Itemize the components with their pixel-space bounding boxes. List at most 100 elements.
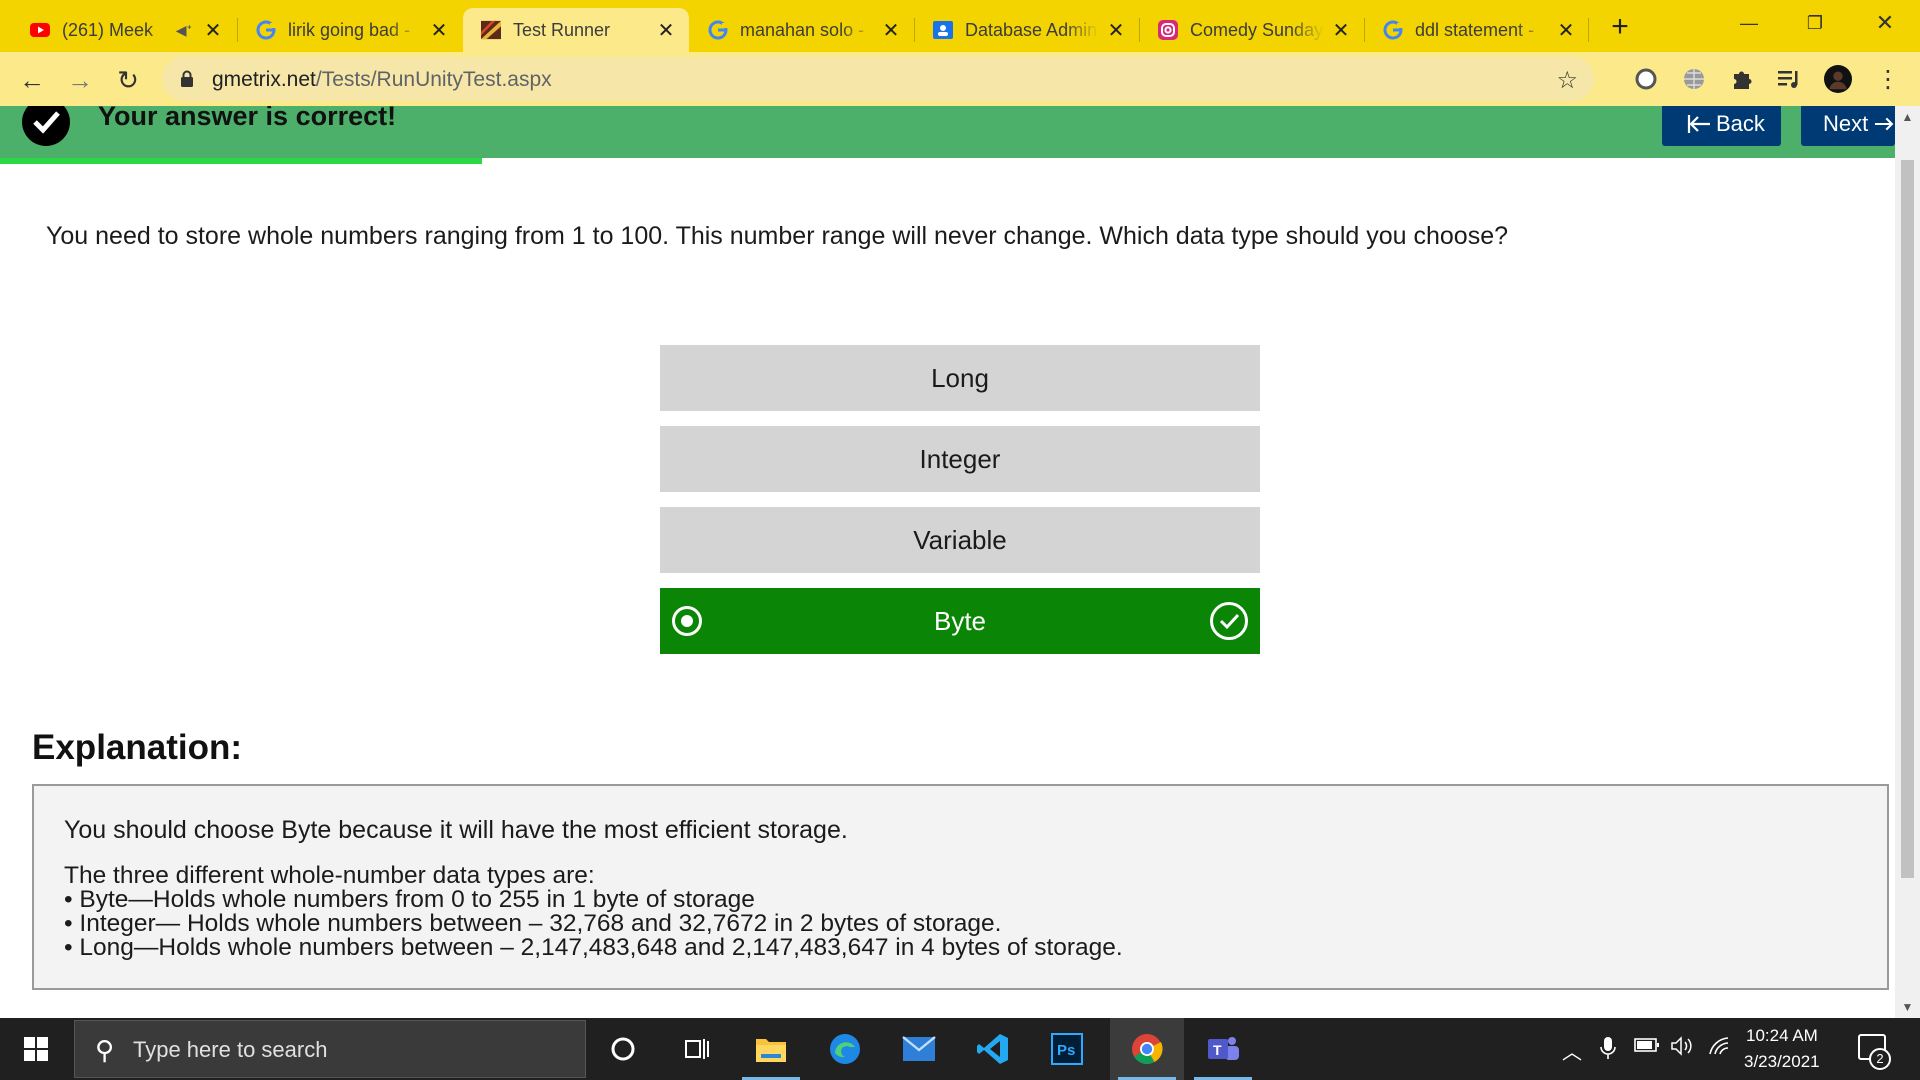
tab-test-runner[interactable]: Test Runner ✕ <box>463 8 689 52</box>
page-scrollbar[interactable]: ▲ ▼ <box>1895 106 1920 1018</box>
check-circle-icon <box>22 106 70 146</box>
database-admin-icon <box>933 20 953 40</box>
bookmark-star-icon[interactable]: ☆ <box>1556 66 1578 95</box>
answer-label: Variable <box>913 524 1007 555</box>
question-text: You need to store whole numbers ranging … <box>46 222 1508 250</box>
extension-circle-icon[interactable] <box>1632 65 1660 93</box>
explanation-box: You should choose Byte because it will h… <box>32 784 1889 990</box>
notification-badge: 2 <box>1869 1048 1891 1070</box>
close-tab-icon[interactable]: ✕ <box>1105 19 1127 42</box>
back-arrow-bar-icon <box>1687 115 1710 133</box>
answer-option-variable[interactable]: Variable <box>660 507 1260 573</box>
explanation-intro: The three different whole-number data ty… <box>64 862 595 889</box>
speaker-icon[interactable]: ◀ᐩ <box>176 22 192 39</box>
close-window-icon[interactable]: ✕ <box>1862 8 1908 38</box>
teams-icon[interactable]: T <box>1186 1018 1260 1080</box>
mail-icon[interactable] <box>882 1018 956 1080</box>
tab-database-admin[interactable]: Database Admin ✕ <box>915 8 1139 52</box>
google-icon <box>708 20 728 40</box>
photoshop-icon[interactable]: Ps <box>1030 1018 1104 1080</box>
file-explorer-icon[interactable] <box>734 1018 808 1080</box>
answer-option-integer[interactable]: Integer <box>660 426 1260 492</box>
extensions-puzzle-icon[interactable] <box>1728 65 1756 93</box>
address-bar[interactable]: gmetrix.net/Tests/RunUnityTest.aspx ☆ <box>162 57 1594 101</box>
microphone-icon[interactable] <box>1600 1036 1616 1066</box>
close-tab-icon[interactable]: ✕ <box>655 19 677 42</box>
progress-bar <box>0 158 482 164</box>
scroll-down-icon[interactable]: ▼ <box>1895 996 1920 1018</box>
globe-icon[interactable] <box>1680 65 1708 93</box>
answer-label: Integer <box>919 443 1001 474</box>
chevron-up-icon[interactable]: ︿ <box>1562 1036 1582 1065</box>
tab-ddl-statement[interactable]: ddl statement - ✕ <box>1365 8 1589 52</box>
vscode-icon[interactable] <box>956 1018 1030 1080</box>
taskbar-search-box[interactable]: ⚲ Type here to search <box>74 1020 586 1078</box>
windows-taskbar: ⚲ Type here to search Ps T ︿ 10:24 AM 3/… <box>0 1018 1920 1080</box>
tab-title: Comedy Sunday <box>1190 19 1324 40</box>
volume-icon[interactable] <box>1670 1036 1694 1062</box>
svg-text:Ps: Ps <box>1057 1042 1075 1059</box>
back-button-label: Back <box>1716 111 1765 136</box>
chrome-icon[interactable] <box>1110 1018 1184 1080</box>
forward-arrow-icon[interactable]: → <box>64 64 96 96</box>
next-button[interactable]: Next <box>1801 106 1895 146</box>
list-item: • Byte—Holds whole numbers from 0 to 255… <box>64 886 755 913</box>
next-arrow-icon <box>1875 117 1894 131</box>
answer-label: Byte <box>933 605 987 636</box>
task-view-icon[interactable] <box>660 1018 734 1080</box>
gmetrix-icon <box>481 20 501 40</box>
explanation-text: You should choose Byte because it will h… <box>64 816 848 844</box>
reload-icon[interactable]: ↻ <box>112 64 144 96</box>
close-tab-icon[interactable]: ✕ <box>1330 19 1352 42</box>
url-host: gmetrix.net <box>212 68 316 91</box>
answer-option-long[interactable]: Long <box>660 345 1260 411</box>
tab-lirik[interactable]: lirik going bad - ✕ <box>238 8 462 52</box>
new-tab-button[interactable]: + <box>1604 12 1636 44</box>
restore-icon[interactable]: ❐ <box>1792 8 1838 38</box>
list-item: • Long—Holds whole numbers between – 2,1… <box>64 934 1123 961</box>
selected-radio-icon <box>672 606 702 636</box>
answer-label: Long <box>931 362 989 393</box>
tab-manahan[interactable]: manahan solo - ✕ <box>690 8 914 52</box>
tab-title: Database Admin <box>965 19 1098 40</box>
browser-toolbar: ← → ↻ gmetrix.net/Tests/RunUnityTest.asp… <box>0 52 1920 106</box>
svg-text:T: T <box>1213 1042 1222 1058</box>
close-tab-icon[interactable]: ✕ <box>202 19 224 42</box>
scroll-up-icon[interactable]: ▲ <box>1895 106 1920 128</box>
explanation-list: The three different whole-number data ty… <box>64 862 1123 961</box>
back-button[interactable]: Back <box>1662 106 1781 146</box>
browser-tab-strip: (261) Meek ◀ᐩ ✕ lirik going bad - ✕ Test… <box>0 0 1920 52</box>
scrollbar-thumb[interactable] <box>1901 160 1914 878</box>
google-icon <box>1383 20 1403 40</box>
back-arrow-icon[interactable]: ← <box>16 64 48 96</box>
battery-icon[interactable] <box>1634 1036 1660 1059</box>
close-tab-icon[interactable]: ✕ <box>880 19 902 42</box>
instagram-icon <box>1158 20 1178 40</box>
edge-icon[interactable] <box>808 1018 882 1080</box>
answer-option-byte[interactable]: Byte <box>660 588 1260 654</box>
close-tab-icon[interactable]: ✕ <box>428 19 450 42</box>
browser-menu-icon[interactable]: ⋮ <box>1874 65 1902 93</box>
avatar[interactable] <box>1824 65 1852 93</box>
cortana-icon[interactable] <box>586 1018 660 1080</box>
clock-time[interactable]: 10:24 AM <box>1746 1026 1818 1046</box>
media-queue-icon[interactable] <box>1776 65 1804 93</box>
windows-start-icon[interactable] <box>0 1018 72 1080</box>
tab-youtube[interactable]: (261) Meek ◀ᐩ ✕ <box>12 8 236 52</box>
next-button-label: Next <box>1823 111 1869 136</box>
search-icon: ⚲ <box>95 1035 115 1065</box>
wifi-icon[interactable] <box>1708 1036 1732 1062</box>
google-icon <box>256 20 276 40</box>
close-tab-icon[interactable]: ✕ <box>1555 19 1577 42</box>
explanation-heading: Explanation: <box>32 728 243 767</box>
tab-title: (261) Meek <box>62 19 154 40</box>
minimize-icon[interactable]: — <box>1726 8 1772 38</box>
clock-date[interactable]: 3/23/2021 <box>1744 1052 1820 1072</box>
url-path: /Tests/RunUnityTest.aspx <box>315 68 552 91</box>
tab-separator <box>1588 18 1589 42</box>
tab-title: lirik going bad - <box>288 19 411 40</box>
tab-comedy-sunday[interactable]: Comedy Sunday ✕ <box>1140 8 1364 52</box>
result-banner: Your answer is correct! Back Next <box>0 106 1895 158</box>
page-viewport: Your answer is correct! Back Next You ne… <box>0 106 1920 1018</box>
url-text: gmetrix.net/Tests/RunUnityTest.aspx <box>212 68 552 92</box>
